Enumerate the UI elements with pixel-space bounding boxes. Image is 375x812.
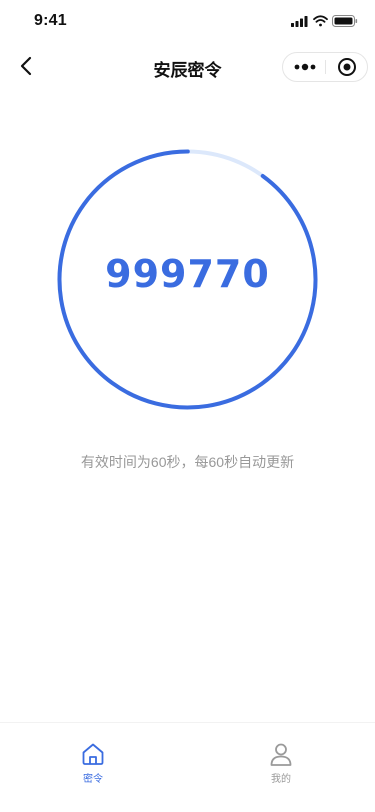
target-close-icon xyxy=(337,58,356,76)
more-dots-icon xyxy=(294,63,315,71)
back-button[interactable] xyxy=(10,50,42,82)
tab-mine[interactable]: 我的 xyxy=(241,741,321,787)
battery-icon xyxy=(332,15,358,27)
tab-bar: 密令 我的 xyxy=(0,722,375,812)
status-time: 9:41 xyxy=(34,12,67,29)
token-code: 999770 xyxy=(105,252,270,296)
close-mini-program-button[interactable] xyxy=(326,53,367,81)
user-icon xyxy=(270,743,292,766)
status-bar: 9:41 xyxy=(0,0,375,44)
mini-program-capsule xyxy=(282,52,368,82)
home-icon xyxy=(82,743,104,765)
screen: 9:41 安辰密令 999770 有效时间为60秒，每60秒自动更新 密令 我的 xyxy=(0,0,375,812)
wifi-icon xyxy=(313,15,328,27)
page-title: 安辰密令 xyxy=(153,61,222,80)
validity-hint: 有效时间为60秒，每60秒自动更新 xyxy=(80,454,295,470)
more-button[interactable] xyxy=(283,53,326,81)
tab-mine-label: 我的 xyxy=(271,774,291,785)
chevron-left-icon xyxy=(20,56,32,76)
signal-icon xyxy=(291,16,308,27)
status-icons xyxy=(291,15,358,27)
tab-token[interactable]: 密令 xyxy=(53,741,133,787)
nav-bar: 安辰密令 xyxy=(0,44,375,88)
tab-token-label: 密令 xyxy=(83,774,103,785)
